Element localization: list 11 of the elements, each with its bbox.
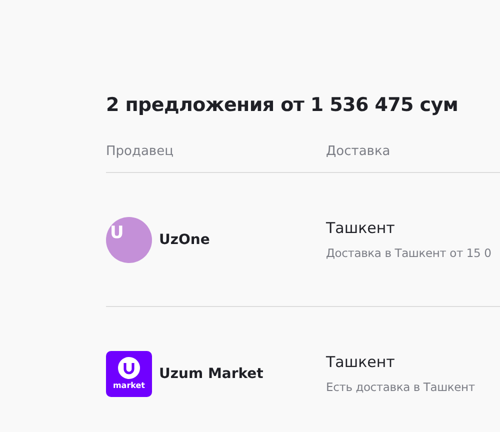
delivery-city: Ташкент [326,219,396,237]
seller-name[interactable]: UzOne [159,232,210,248]
delivery-info: Есть доставка в Ташкент [326,380,476,394]
column-header: Продавец [106,144,174,159]
delivery-city: Ташкент [326,353,396,371]
offers-title: 2 предложения от 1 536 475 сум [106,94,460,116]
seller-avatar: U [106,216,152,262]
seller-logo: market [106,350,152,396]
seller-name[interactable]: Uzum Market [159,366,264,382]
delivery-info: Доставка в Ташкент от 15 0 [326,246,492,260]
column-header: Доставка [326,144,392,159]
